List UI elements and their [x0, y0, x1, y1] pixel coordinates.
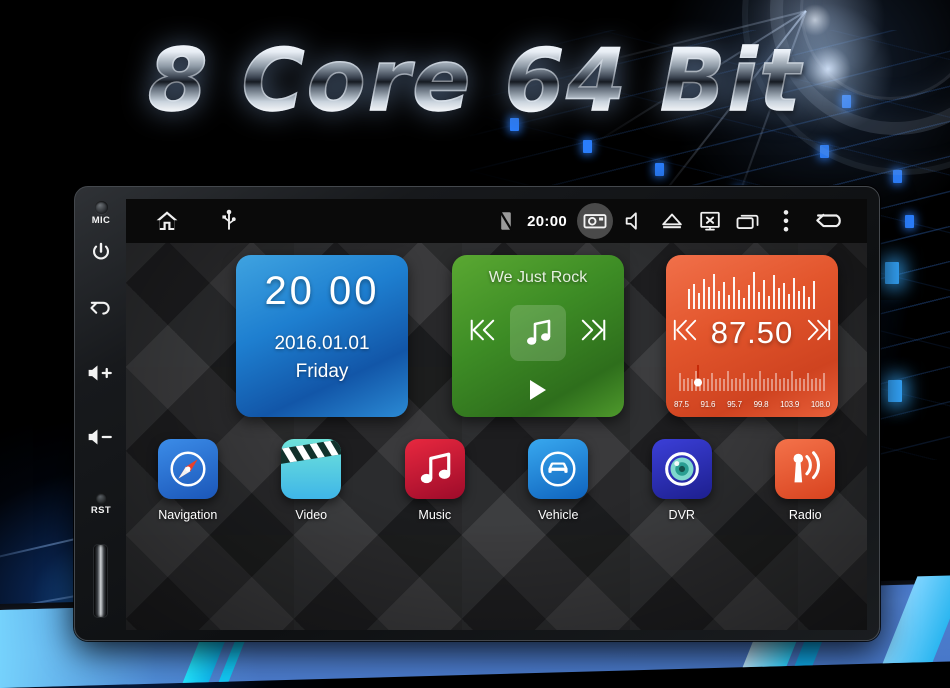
back-arrow-icon	[90, 301, 110, 315]
app-item-music[interactable]: Music	[373, 439, 497, 522]
clock-widget-date: 2016.01.01	[274, 333, 370, 354]
music-play-button[interactable]	[452, 377, 624, 403]
music-album-art	[510, 305, 566, 361]
previous-track-icon	[470, 319, 495, 341]
music-previous-button[interactable]	[468, 317, 496, 348]
battery-off-icon	[491, 210, 521, 232]
recents-icon[interactable]	[729, 211, 769, 231]
status-bar: 20:00	[126, 199, 867, 243]
radio-scale-label: 91.6	[700, 400, 716, 409]
radio-tuner-dial	[679, 365, 825, 391]
app-grid: Navigation Video Music Vehicle DVR Radio	[126, 439, 867, 522]
power-button[interactable]	[75, 241, 127, 263]
music-note-icon	[527, 319, 551, 345]
clock-widget-time: 20 00	[264, 269, 380, 313]
music-widget[interactable]: We Just Rock	[452, 255, 624, 417]
music-next-button[interactable]	[580, 317, 608, 348]
radio-seek-up-button[interactable]	[806, 317, 832, 348]
status-bar-clock: 20:00	[527, 212, 567, 230]
clock-widget[interactable]: 20 00 2016.01.01 Friday	[236, 255, 408, 417]
radio-spectrum-icon	[688, 272, 815, 309]
radio-antenna-icon	[775, 439, 836, 499]
app-item-video[interactable]: Video	[250, 439, 374, 522]
volume-up-button[interactable]	[75, 363, 127, 383]
next-track-icon	[581, 319, 606, 341]
app-item-dvr[interactable]: DVR	[620, 439, 744, 522]
volume-down-button[interactable]	[75, 427, 127, 447]
radio-scale-label: 87.5	[674, 400, 689, 409]
app-label: Navigation	[158, 508, 218, 522]
radio-scale-label: 108.0	[810, 400, 830, 409]
app-label: Vehicle	[538, 508, 579, 522]
back-button[interactable]	[75, 297, 127, 319]
reset-label: RST	[90, 505, 112, 516]
screenshot-camera-icon[interactable]	[577, 203, 613, 239]
radio-widget-frequency: 87.50	[710, 315, 794, 350]
screenshot-stage: 8 Core 64 Bit MIC RST 20:00 20 00 2016.0…	[0, 0, 950, 688]
app-label: DVR	[668, 508, 695, 522]
overflow-menu-icon[interactable]	[769, 209, 803, 233]
camera-lens-icon	[651, 439, 712, 499]
sd-card-slot-icon[interactable]	[94, 545, 107, 617]
play-icon	[530, 380, 546, 400]
radio-scale-labels: 87.5 91.6 95.7 99.8 103.9 108.0	[674, 400, 830, 409]
usb-icon[interactable]	[206, 209, 252, 233]
app-label: Music	[418, 508, 452, 522]
compass-icon	[157, 439, 218, 499]
clapperboard-icon	[281, 439, 342, 499]
clock-widget-weekday: Friday	[295, 361, 349, 382]
screen-off-icon[interactable]	[691, 210, 729, 232]
car-head-unit-device: MIC RST 20:00 20 00 2016.01.01 Friday We…	[74, 186, 880, 641]
mic-hole-icon: MIC	[75, 201, 127, 226]
seek-up-icon	[807, 319, 831, 341]
radio-scale-label: 99.8	[753, 400, 769, 409]
car-icon	[528, 439, 589, 499]
eject-icon[interactable]	[653, 211, 691, 231]
head-unit-screen[interactable]: 20:00 20 00 2016.01.01 Friday We Just Ro…	[126, 199, 867, 630]
app-item-vehicle[interactable]: Vehicle	[497, 439, 621, 522]
page-title: 8 Core 64 Bit	[0, 37, 950, 125]
power-icon	[93, 242, 109, 260]
reset-button[interactable]: RST	[75, 493, 127, 516]
app-item-radio[interactable]: Radio	[744, 439, 868, 522]
mic-label: MIC	[91, 215, 111, 226]
volume-down-icon	[88, 429, 112, 445]
radio-widget[interactable]: 87.50 87.5 91.6 95.7 99.8 103.9 108.0	[666, 255, 838, 417]
back-icon[interactable]	[803, 209, 857, 233]
volume-up-icon	[88, 365, 112, 381]
device-left-bezel: MIC RST	[75, 187, 127, 640]
music-widget-track: We Just Rock	[488, 269, 588, 286]
app-label: Video	[295, 508, 328, 522]
music-note-icon	[404, 439, 465, 499]
radio-scale-label: 95.7	[727, 400, 742, 409]
volume-speaker-icon[interactable]	[615, 210, 653, 232]
app-item-navigation[interactable]: Navigation	[126, 439, 250, 522]
app-label: Radio	[788, 508, 822, 522]
radio-scale-label: 103.9	[780, 400, 800, 409]
home-icon[interactable]	[144, 209, 190, 233]
